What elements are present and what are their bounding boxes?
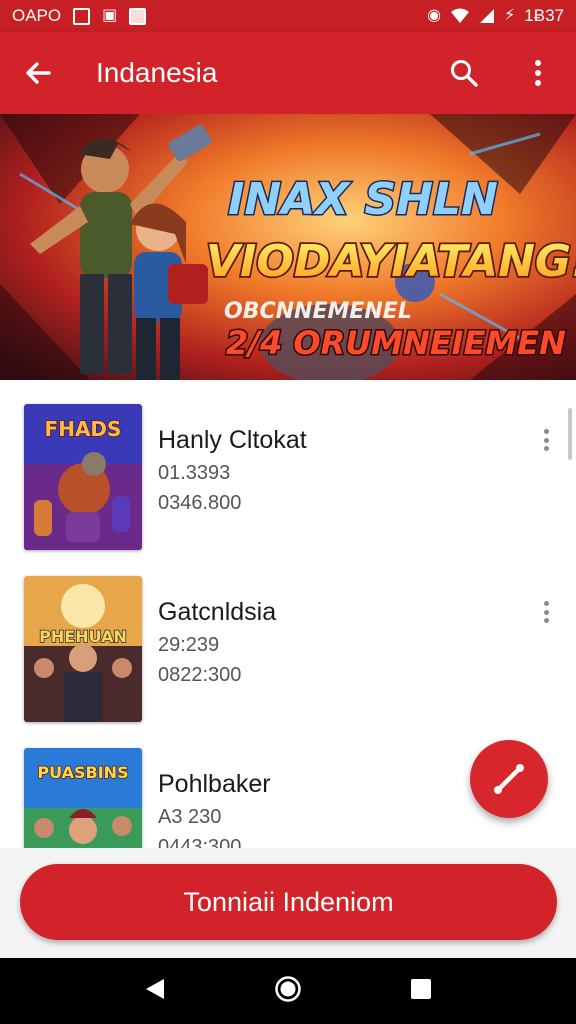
primary-action-button[interactable]: Tonniaii Indeniom [20,864,557,940]
list-item[interactable]: PHEHUAN Gatcnldsia 29:239 0822:300 [0,552,576,722]
list-item[interactable]: FHADS Hanly Cltokat 01.3393 0346.800 [0,380,576,550]
gallery-icon [129,7,147,25]
battery-icon: ⚡ [504,7,516,24]
photo-icon: ▣ [102,7,118,24]
more-vert-icon[interactable] [534,426,558,454]
nav-back-icon[interactable] [144,977,166,1006]
item-subtitle: A3 230 [158,806,222,828]
system-nav-bar [0,958,576,1024]
banner-title-line1: INAX SHLN [228,174,498,225]
signal-icon [480,9,495,23]
more-vert-icon[interactable] [518,53,558,93]
notification-icon [73,7,91,25]
back-arrow-icon[interactable] [18,53,58,93]
item-meta: 0346.800 [158,492,242,514]
nav-home-icon[interactable] [274,975,302,1008]
banner-title-line3: 2/4 ORUMNEIEMEN 8! [226,324,576,362]
thumbnail-title: FHADS [45,417,122,441]
app-bar: Indanesia [0,32,576,114]
item-subtitle: 01.3393 [158,462,231,484]
item-meta: 0443:300 [158,836,242,848]
nav-recents-icon[interactable] [410,978,432,1005]
game-thumbnail: PHEHUAN [24,576,142,722]
thumbnail-title: PHEHUAN [39,627,127,646]
promo-banner[interactable]: OBCNNEMENEL INAX SHLN VIODAYIATANG! 2/4 … [0,114,576,380]
item-title: Hanly Cltokat [158,426,307,454]
status-time: 1Ƀ37 [524,6,564,25]
status-bar: OAPO ▣ ◉ ⚡ 1Ƀ37 [0,0,576,32]
item-title: Pohlbaker [158,770,271,798]
search-icon[interactable] [444,53,484,93]
more-vert-icon[interactable] [534,598,558,626]
banner-artwork: OBCNNEMENEL INAX SHLN VIODAYIATANG! 2/4 … [0,114,576,380]
game-thumbnail: PUASBINS [24,748,142,848]
alarm-icon: ◉ [427,7,442,24]
edit-fab-button[interactable] [470,740,548,818]
edit-icon [494,764,524,794]
status-carrier-text: OAPO [12,6,62,25]
banner-subtitle-small: OBCNNEMENEL [224,299,412,324]
item-meta: 0822:300 [158,664,242,686]
banner-title-line2: VIODAYIATANG! [206,236,576,287]
thumbnail-title: PUASBINS [37,763,128,782]
game-thumbnail: FHADS [24,404,142,550]
wifi-icon [451,8,470,23]
page-title: Indanesia [96,57,218,88]
item-subtitle: 29:239 [158,634,220,656]
item-title: Gatcnldsia [158,598,277,626]
scrollbar[interactable] [568,408,572,460]
